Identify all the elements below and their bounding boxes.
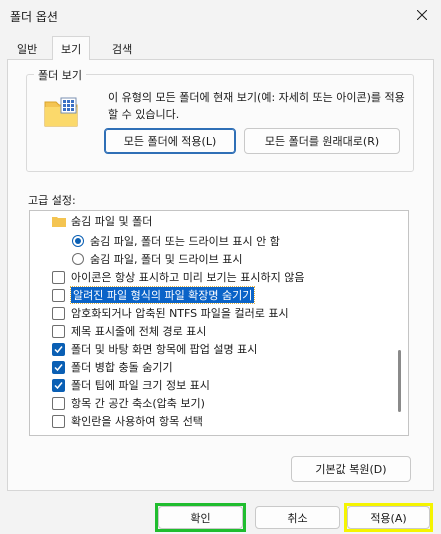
- tab-general[interactable]: 일반: [9, 38, 45, 60]
- list-item-use-checkboxes[interactable]: 확인란을 사용하여 항목 선택: [52, 412, 203, 430]
- folder-view-icon: [44, 97, 78, 127]
- list-item-label: 제목 표시줄에 전체 경로 표시: [71, 325, 207, 338]
- checkbox[interactable]: [52, 396, 65, 410]
- list-item-color-ntfs[interactable]: 암호화되거나 압축된 NTFS 파일을 컬러로 표시: [52, 304, 289, 322]
- folder-views-label: 폴더 보기: [34, 67, 86, 83]
- list-item-label: 폴더 병합 충돌 숨기기: [71, 361, 173, 374]
- checkbox[interactable]: [52, 342, 65, 356]
- checkbox[interactable]: [52, 360, 65, 374]
- close-button[interactable]: [403, 0, 441, 30]
- list-item-label: 숨김 파일 및 폴더: [71, 215, 153, 228]
- list-item-always-show-icons[interactable]: 아이콘은 항상 표시하고 미리 보기는 표시하지 않음: [52, 268, 305, 286]
- list-item-label: 항목 간 공간 축소(압축 보기): [71, 397, 205, 410]
- restore-defaults-button[interactable]: 기본값 복원(D): [291, 456, 411, 482]
- list-item-full-path[interactable]: 제목 표시줄에 전체 경로 표시: [52, 322, 206, 340]
- close-icon: [417, 10, 427, 20]
- check-icon: [54, 381, 63, 389]
- checkbox[interactable]: [52, 270, 65, 284]
- list-item-label: 폴더 및 바탕 화면 항목에 팝업 설명 표시: [71, 343, 258, 356]
- tab-search[interactable]: 검색: [104, 38, 140, 60]
- folder-icon: [52, 216, 66, 227]
- list-item-label: 숨김 파일, 폴더 및 드라이브 표시: [90, 253, 243, 266]
- advanced-settings-list[interactable]: 숨김 파일 및 폴더 숨김 파일, 폴더 또는 드라이브 표시 안 함 숨김 파…: [29, 210, 409, 436]
- list-item-label: 숨김 파일, 폴더 또는 드라이브 표시 안 함: [90, 235, 280, 248]
- radio-button[interactable]: [72, 235, 84, 247]
- list-item-label: 아이콘은 항상 표시하고 미리 보기는 표시하지 않음: [71, 271, 305, 284]
- list-item-show-hidden[interactable]: 숨김 파일, 폴더 및 드라이브 표시: [72, 250, 243, 268]
- list-item-dont-show-hidden[interactable]: 숨김 파일, 폴더 또는 드라이브 표시 안 함: [72, 232, 280, 250]
- folder-views-description: 이 유형의 모든 폴더에 현재 보기(예: 자세히 또는 아이콘)를 적용할 수…: [108, 91, 405, 121]
- list-item-label: 폴더 팁에 파일 크기 정보 표시: [71, 379, 210, 392]
- list-item-hidden-files-folder: 숨김 파일 및 폴더: [52, 212, 152, 230]
- checkbox[interactable]: [52, 306, 65, 320]
- cancel-button[interactable]: 취소: [255, 506, 340, 529]
- ok-button[interactable]: 확인: [158, 506, 243, 529]
- checkbox[interactable]: [52, 414, 65, 428]
- list-item-label: 확인란을 사용하여 항목 선택: [71, 415, 203, 428]
- check-icon: [54, 345, 63, 353]
- checkbox[interactable]: [52, 288, 65, 302]
- apply-button[interactable]: 적용(A): [347, 506, 430, 529]
- checkbox[interactable]: [52, 378, 65, 392]
- title-bar: [0, 0, 441, 30]
- checkbox[interactable]: [52, 324, 65, 338]
- apply-to-folders-button[interactable]: 모든 폴더에 적용(L): [104, 128, 236, 154]
- list-item-label: 알려진 파일 형식의 파일 확장명 숨기기: [69, 286, 256, 304]
- scrollbar-thumb[interactable]: [398, 350, 401, 412]
- reset-folders-button[interactable]: 모든 폴더를 원래대로(R): [244, 128, 400, 154]
- window-title: 폴더 옵션: [10, 10, 58, 24]
- list-item-hide-extensions[interactable]: 알려진 파일 형식의 파일 확장명 숨기기: [52, 286, 256, 304]
- check-icon: [54, 363, 63, 371]
- list-item-compact-view[interactable]: 항목 간 공간 축소(압축 보기): [52, 394, 205, 412]
- tab-view[interactable]: 보기: [52, 36, 91, 60]
- list-item-file-size-info[interactable]: 폴더 팁에 파일 크기 정보 표시: [52, 376, 210, 394]
- list-item-popup-description[interactable]: 폴더 및 바탕 화면 항목에 팝업 설명 표시: [52, 340, 257, 358]
- advanced-settings-label: 고급 설정:: [28, 194, 76, 207]
- list-item-merge-conflicts[interactable]: 폴더 병합 충돌 숨기기: [52, 358, 173, 376]
- list-item-label: 암호화되거나 압축된 NTFS 파일을 컬러로 표시: [71, 307, 289, 320]
- radio-button[interactable]: [72, 253, 84, 265]
